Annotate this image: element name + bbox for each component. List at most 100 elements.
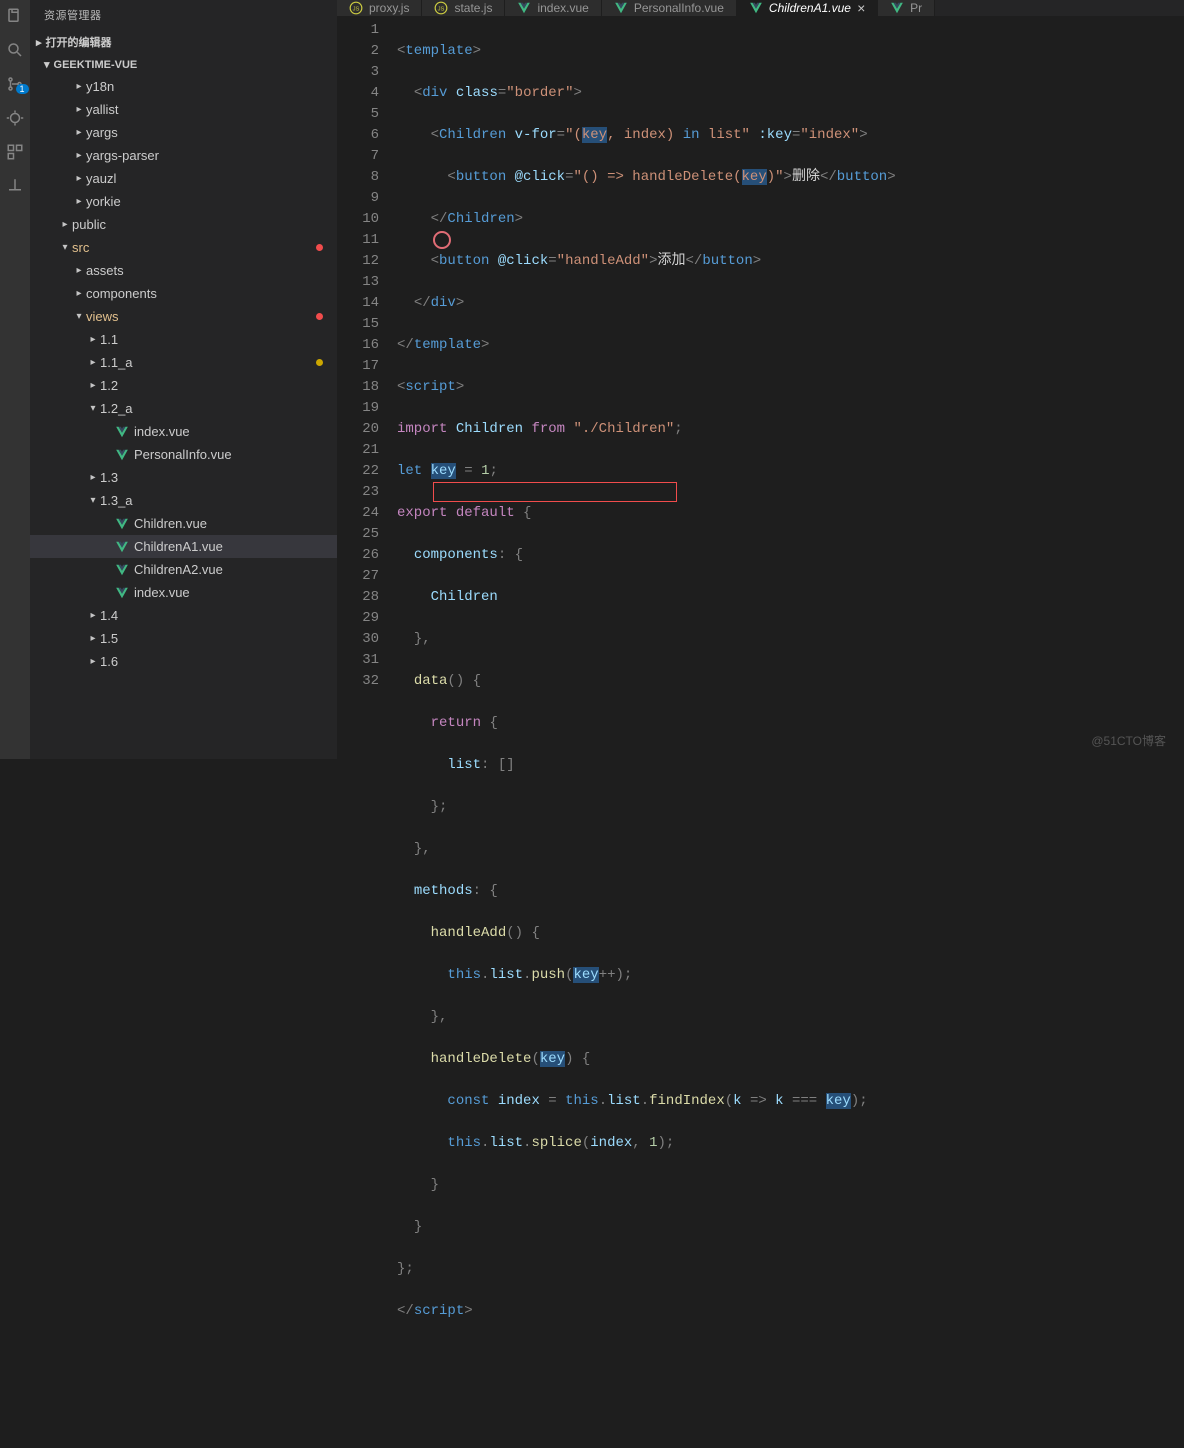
open-editors-label: 打开的编辑器	[46, 34, 112, 50]
editor-tab[interactable]: JSstate.js	[422, 0, 505, 16]
search-icon[interactable]	[5, 40, 25, 60]
line-number: 2	[337, 41, 379, 62]
line-number: 27	[337, 566, 379, 587]
vue-file-icon	[517, 1, 531, 15]
chevron-down-icon: ▾	[86, 403, 100, 414]
line-number: 30	[337, 629, 379, 650]
tree-folder[interactable]: ▸yorkie	[30, 190, 337, 213]
tree-item-label: views	[86, 309, 119, 324]
tree-folder[interactable]: ▸components	[30, 282, 337, 305]
tree-file[interactable]: PersonalInfo.vue	[30, 443, 337, 466]
extensions-icon[interactable]	[5, 142, 25, 162]
explorer-icon[interactable]	[5, 6, 25, 26]
chevron-right-icon: ▸	[72, 81, 86, 92]
file-tree: ▸y18n▸yallist▸yargs▸yargs-parser▸yauzl▸y…	[30, 75, 337, 759]
line-number: 25	[337, 524, 379, 545]
chevron-right-icon: ▸	[72, 173, 86, 184]
project-header[interactable]: ▾ GEEKTIME-VUE	[30, 54, 337, 75]
editor-tab[interactable]: Pr	[878, 0, 935, 16]
tree-folder[interactable]: ▸1.3	[30, 466, 337, 489]
tree-file[interactable]: ChildrenA2.vue	[30, 558, 337, 581]
vue-file-icon	[614, 1, 628, 15]
tree-folder[interactable]: ▾1.2_a	[30, 397, 337, 420]
tree-item-label: yargs	[86, 125, 118, 140]
tree-folder[interactable]: ▾src	[30, 236, 337, 259]
editor-tab[interactable]: index.vue	[505, 0, 601, 16]
chevron-right-icon: ▸	[86, 472, 100, 483]
tree-folder[interactable]: ▸1.1	[30, 328, 337, 351]
close-icon[interactable]: ×	[857, 0, 865, 16]
line-number: 23	[337, 482, 379, 503]
tree-folder[interactable]: ▸y18n	[30, 75, 337, 98]
status-dot	[316, 244, 323, 251]
line-number: 8	[337, 167, 379, 188]
tree-item-label: 1.1_a	[100, 355, 133, 370]
vue-file-icon	[114, 447, 130, 463]
svg-text:JS: JS	[353, 6, 360, 12]
tree-item-label: components	[86, 286, 157, 301]
tree-folder[interactable]: ▸yallist	[30, 98, 337, 121]
chevron-down-icon: ▾	[44, 58, 50, 71]
tree-item-label: yallist	[86, 102, 119, 117]
line-number: 17	[337, 356, 379, 377]
vue-file-icon	[749, 1, 763, 15]
tree-item-label: 1.6	[100, 654, 118, 669]
tree-file[interactable]: ChildrenA1.vue	[30, 535, 337, 558]
open-editors-header[interactable]: ▸ 打开的编辑器	[30, 30, 337, 54]
tree-folder[interactable]: ▸1.6	[30, 650, 337, 673]
tree-item-label: PersonalInfo.vue	[134, 447, 232, 462]
code-content[interactable]: <template> <div class="border"> <Childre…	[397, 16, 1184, 1448]
tree-folder[interactable]: ▸1.5	[30, 627, 337, 650]
tree-item-label: 1.3_a	[100, 493, 133, 508]
tree-item-label: 1.3	[100, 470, 118, 485]
line-number: 13	[337, 272, 379, 293]
line-number: 12	[337, 251, 379, 272]
tree-folder[interactable]: ▸yargs	[30, 121, 337, 144]
line-number: 1	[337, 20, 379, 41]
chevron-right-icon: ▸	[86, 656, 100, 667]
chevron-right-icon: ▸	[72, 150, 86, 161]
chevron-right-icon: ▸	[72, 288, 86, 299]
debug-icon[interactable]	[5, 108, 25, 128]
tree-file[interactable]: index.vue	[30, 420, 337, 443]
tree-folder[interactable]: ▸1.4	[30, 604, 337, 627]
line-number: 26	[337, 545, 379, 566]
chevron-right-icon: ▸	[58, 219, 72, 230]
tree-folder[interactable]: ▸1.2	[30, 374, 337, 397]
js-file-icon: JS	[434, 1, 448, 15]
editor-tab[interactable]: JSproxy.js	[337, 0, 422, 16]
tree-folder[interactable]: ▾1.3_a	[30, 489, 337, 512]
remote-icon[interactable]	[5, 176, 25, 196]
tree-item-label: 1.2	[100, 378, 118, 393]
line-number: 15	[337, 314, 379, 335]
tree-folder[interactable]: ▸yauzl	[30, 167, 337, 190]
tree-item-label: 1.1	[100, 332, 118, 347]
tree-item-label: public	[72, 217, 106, 232]
editor-area: JSproxy.jsJSstate.jsindex.vue PersonalInf…	[337, 0, 1184, 759]
tree-folder[interactable]: ▸public	[30, 213, 337, 236]
line-number: 29	[337, 608, 379, 629]
source-control-icon[interactable]: 1	[5, 74, 25, 94]
tree-folder[interactable]: ▾views	[30, 305, 337, 328]
line-number: 32	[337, 671, 379, 692]
tree-file[interactable]: index.vue	[30, 581, 337, 604]
sidebar-title: 资源管理器	[30, 0, 337, 30]
chevron-down-icon: ▾	[58, 242, 72, 253]
js-file-icon: JS	[349, 1, 363, 15]
tree-item-label: yargs-parser	[86, 148, 159, 163]
vue-file-icon	[890, 1, 904, 15]
vue-file-icon	[114, 585, 130, 601]
line-number: 10	[337, 209, 379, 230]
tree-item-label: yorkie	[86, 194, 121, 209]
vue-file-icon	[114, 539, 130, 555]
tab-label: PersonalInfo.vue	[634, 1, 724, 15]
editor-tab[interactable]: ChildrenA1.vue×	[737, 0, 878, 16]
tree-file[interactable]: Children.vue	[30, 512, 337, 535]
highlight-box	[433, 482, 677, 502]
tree-item-label: yauzl	[86, 171, 116, 186]
tree-folder[interactable]: ▸1.1_a	[30, 351, 337, 374]
tree-folder[interactable]: ▸assets	[30, 259, 337, 282]
tree-folder[interactable]: ▸yargs-parser	[30, 144, 337, 167]
project-label: GEEKTIME-VUE	[54, 59, 138, 71]
editor-tab[interactable]: PersonalInfo.vue	[602, 0, 737, 16]
